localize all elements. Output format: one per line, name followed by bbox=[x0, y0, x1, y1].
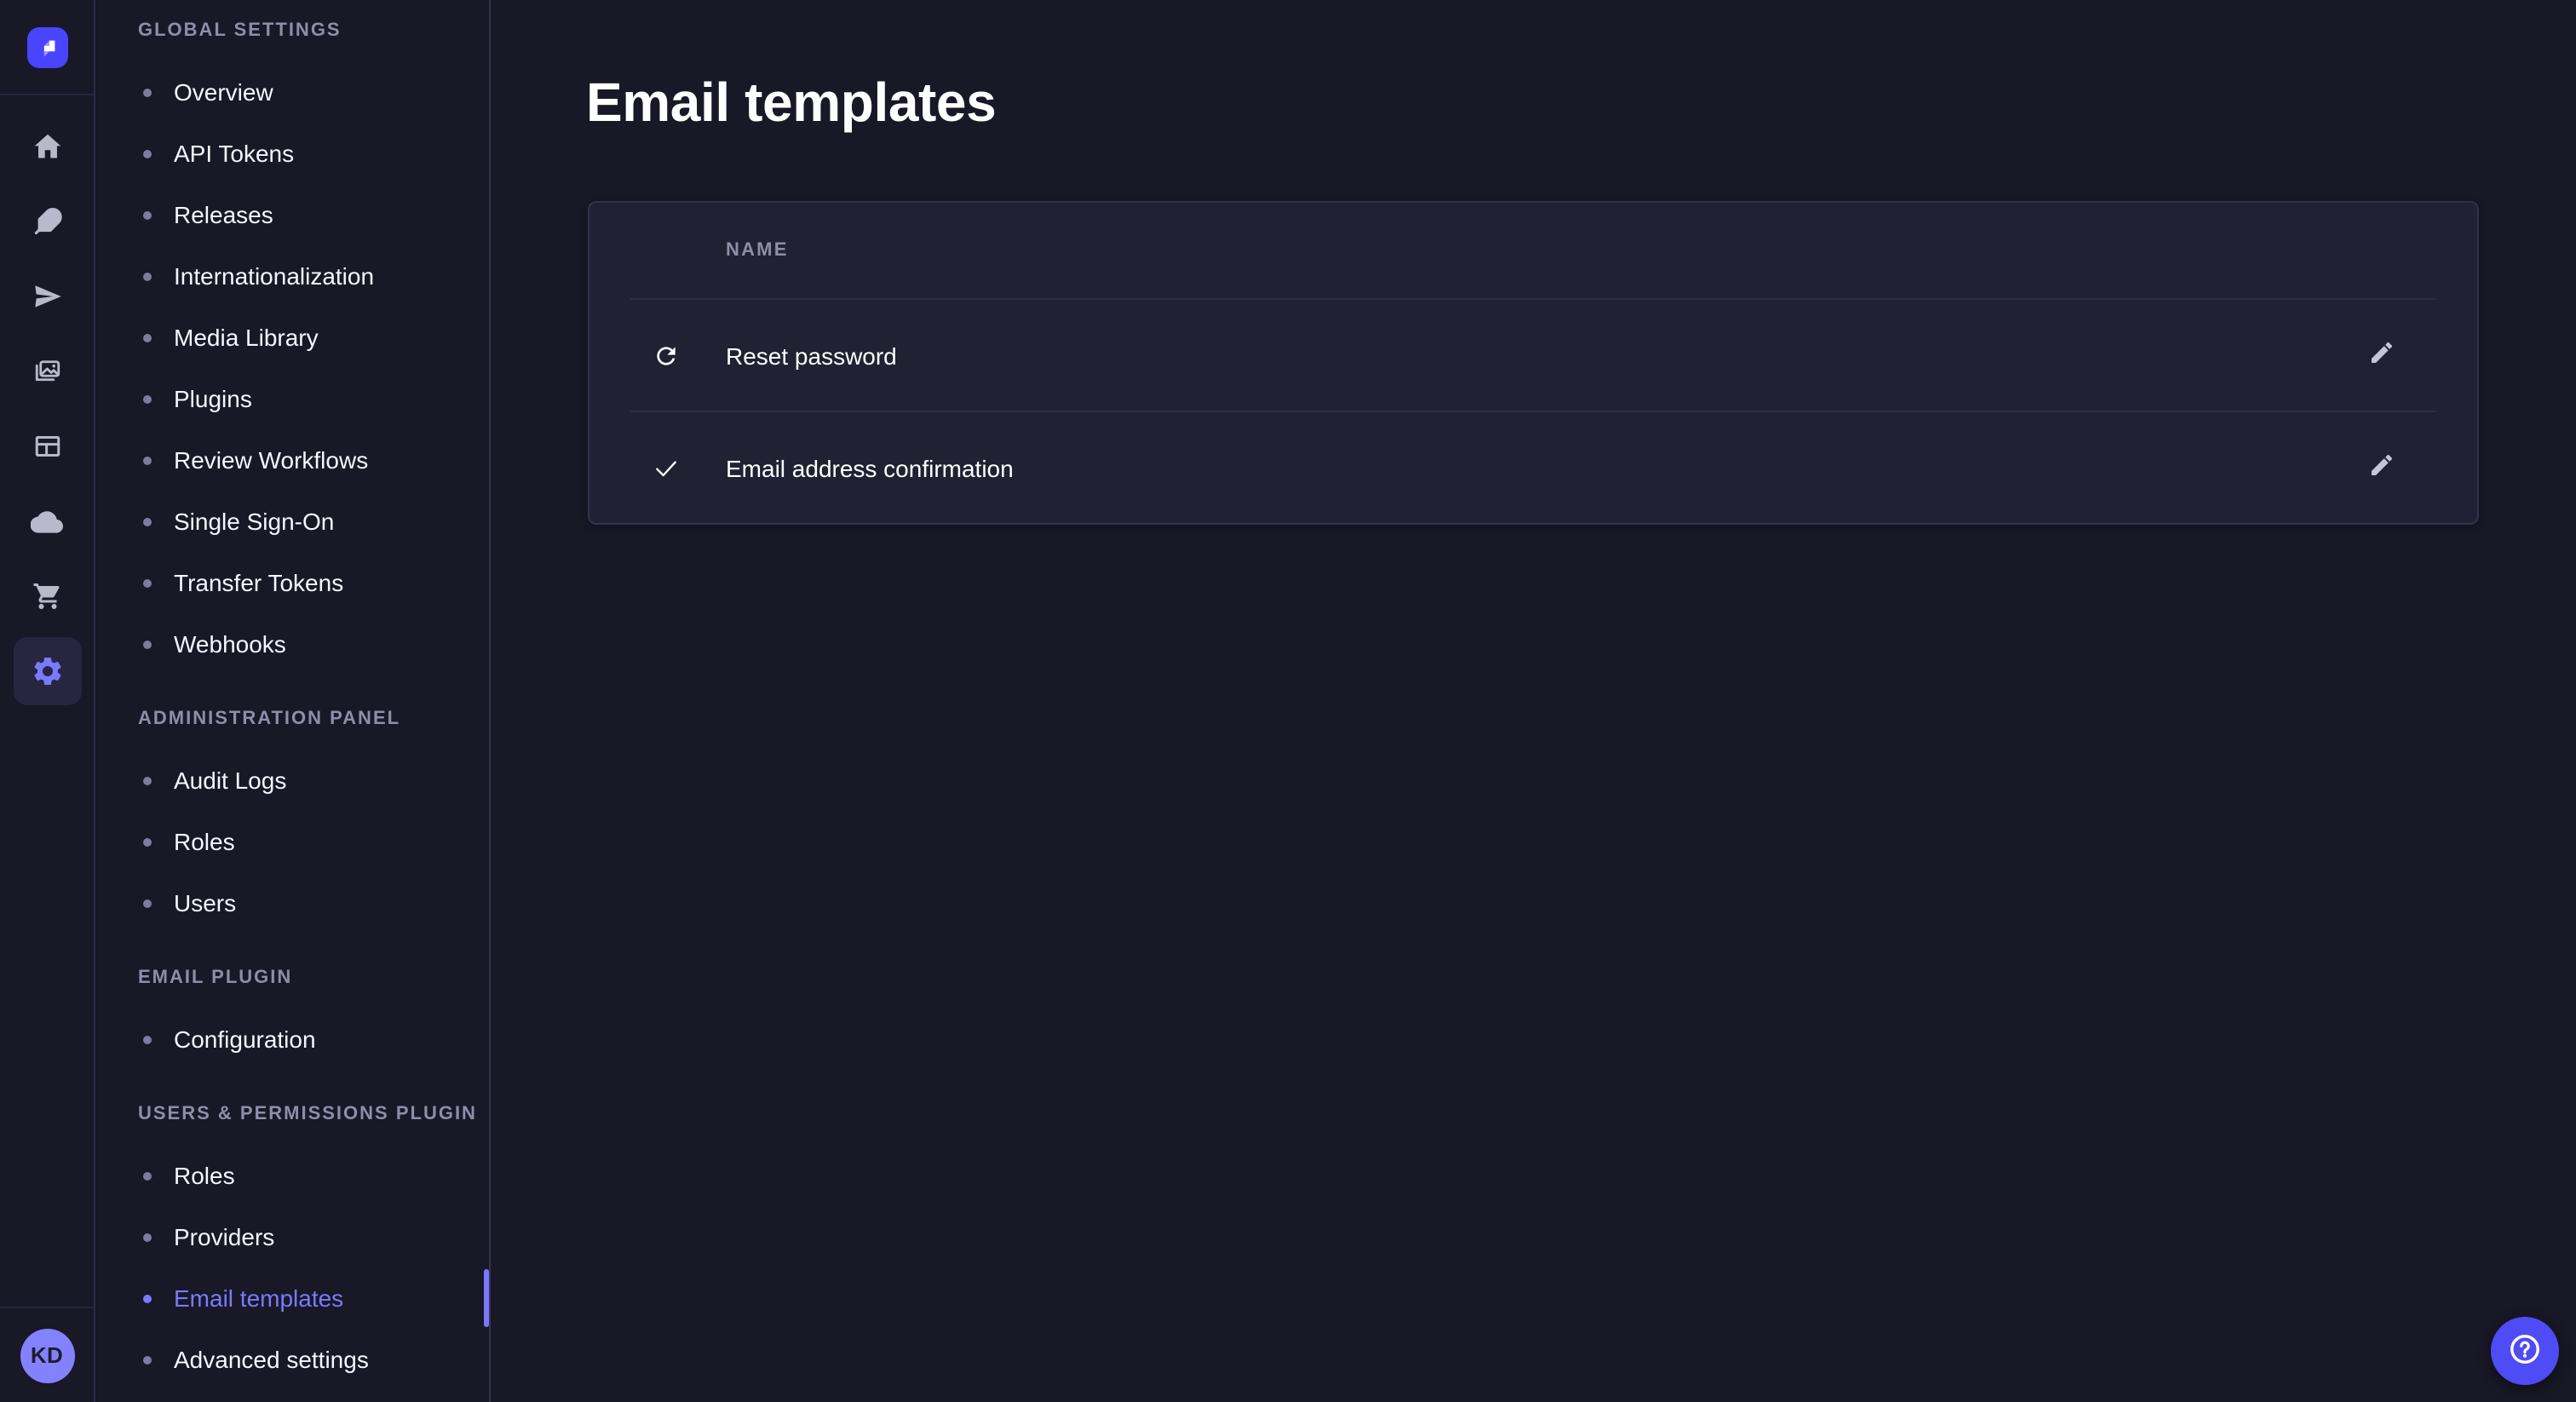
email-templates-table: NAME Reset password bbox=[588, 201, 2479, 525]
user-avatar[interactable]: KD bbox=[20, 1328, 74, 1382]
sidebar-item-webhooks[interactable]: Webhooks bbox=[95, 613, 489, 675]
sidebar-item-admin-users[interactable]: Users bbox=[95, 872, 489, 934]
sidebar-item-overview[interactable]: Overview bbox=[95, 61, 489, 123]
bullet-icon bbox=[143, 1294, 152, 1302]
page-title: Email templates bbox=[586, 72, 2481, 133]
nav-section-users-permissions-plugin: USERS & PERMISSIONS PLUGIN Roles Provide… bbox=[95, 1100, 489, 1390]
nav-section-email-plugin: EMAIL PLUGIN Configuration bbox=[95, 964, 489, 1070]
help-button[interactable] bbox=[2491, 1317, 2559, 1385]
layout-builder-icon[interactable] bbox=[13, 412, 81, 480]
sidebar-item-advanced-settings[interactable]: Advanced settings bbox=[95, 1329, 489, 1390]
bullet-icon bbox=[143, 272, 152, 280]
column-header-name: NAME bbox=[726, 240, 789, 261]
main-nav-rail: KD bbox=[0, 0, 95, 1402]
sidebar-item-email-configuration[interactable]: Configuration bbox=[95, 1008, 489, 1070]
bullet-icon bbox=[143, 394, 152, 403]
sidebar-item-internationalization[interactable]: Internationalization bbox=[95, 245, 489, 307]
question-mark-circle-icon bbox=[2506, 1330, 2544, 1372]
section-title: ADMINISTRATION PANEL bbox=[138, 705, 489, 733]
table-row-reset-password: Reset password bbox=[589, 300, 2477, 411]
sidebar-item-up-roles[interactable]: Roles bbox=[95, 1145, 489, 1206]
section-title: USERS & PERMISSIONS PLUGIN bbox=[138, 1100, 489, 1128]
media-library-icon[interactable] bbox=[13, 337, 81, 405]
sidebar-item-email-templates[interactable]: Email templates bbox=[95, 1267, 489, 1329]
template-name: Email address confirmation bbox=[726, 454, 1014, 481]
edit-email-confirmation-button[interactable] bbox=[2355, 440, 2409, 495]
sidebar-item-api-tokens[interactable]: API Tokens bbox=[95, 123, 489, 184]
table-header-row: NAME bbox=[589, 203, 2477, 298]
refresh-icon bbox=[653, 342, 680, 369]
bullet-icon bbox=[143, 517, 152, 526]
main-content: Email templates NAME Reset password bbox=[491, 0, 2576, 1402]
section-title: EMAIL PLUGIN bbox=[138, 964, 489, 991]
sidebar-item-media-library[interactable]: Media Library bbox=[95, 307, 489, 368]
sidebar-item-transfer-tokens[interactable]: Transfer Tokens bbox=[95, 552, 489, 613]
sidebar-item-admin-roles[interactable]: Roles bbox=[95, 811, 489, 872]
cloud-icon[interactable] bbox=[13, 487, 81, 555]
strapi-logo-icon bbox=[26, 26, 67, 67]
paper-plane-icon[interactable] bbox=[13, 262, 81, 330]
bullet-icon bbox=[143, 210, 152, 219]
sidebar-item-plugins[interactable]: Plugins bbox=[95, 368, 489, 429]
rail-icon-list bbox=[0, 95, 94, 705]
bullet-icon bbox=[143, 1171, 152, 1180]
check-icon bbox=[653, 454, 680, 481]
sidebar-item-audit-logs[interactable]: Audit Logs bbox=[95, 750, 489, 811]
bullet-icon bbox=[143, 776, 152, 784]
bullet-icon bbox=[143, 149, 152, 158]
feather-content-icon[interactable] bbox=[13, 187, 81, 256]
template-name: Reset password bbox=[726, 342, 897, 369]
settings-sidebar: GLOBAL SETTINGS Overview API Tokens Rele… bbox=[95, 0, 491, 1402]
table-row-email-address-confirmation: Email address confirmation bbox=[589, 412, 2477, 523]
workspace-logo-link[interactable] bbox=[0, 0, 94, 95]
marketplace-cart-icon[interactable] bbox=[13, 562, 81, 630]
bullet-icon bbox=[143, 899, 152, 907]
pencil-icon bbox=[2368, 339, 2395, 371]
bullet-icon bbox=[143, 578, 152, 587]
edit-reset-password-button[interactable] bbox=[2355, 328, 2409, 382]
sidebar-item-review-workflows[interactable]: Review Workflows bbox=[95, 429, 489, 491]
nav-section-global-settings: GLOBAL SETTINGS Overview API Tokens Rele… bbox=[95, 17, 489, 675]
bullet-icon bbox=[143, 333, 152, 342]
sidebar-item-single-sign-on[interactable]: Single Sign-On bbox=[95, 491, 489, 552]
rail-footer: KD bbox=[0, 1307, 94, 1402]
home-icon[interactable] bbox=[13, 112, 81, 181]
app-window: KD GLOBAL SETTINGS Overview API Tokens R… bbox=[0, 0, 2576, 1402]
settings-gear-icon[interactable] bbox=[13, 637, 81, 705]
bullet-icon bbox=[143, 837, 152, 846]
sidebar-item-releases[interactable]: Releases bbox=[95, 184, 489, 245]
pencil-icon bbox=[2368, 451, 2395, 484]
sidebar-item-providers[interactable]: Providers bbox=[95, 1206, 489, 1267]
nav-section-administration-panel: ADMINISTRATION PANEL Audit Logs Roles Us… bbox=[95, 705, 489, 934]
section-title: GLOBAL SETTINGS bbox=[138, 17, 489, 44]
bullet-icon bbox=[143, 456, 152, 464]
bullet-icon bbox=[143, 88, 152, 96]
bullet-icon bbox=[143, 640, 152, 648]
bullet-icon bbox=[143, 1232, 152, 1241]
bullet-icon bbox=[143, 1035, 152, 1043]
bullet-icon bbox=[143, 1355, 152, 1364]
